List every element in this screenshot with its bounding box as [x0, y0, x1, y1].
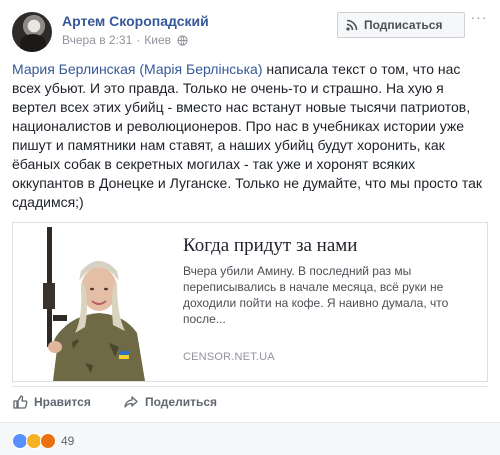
like-label: Нравится: [34, 395, 91, 409]
subscribe-button[interactable]: Подписаться: [337, 12, 465, 38]
mention-link[interactable]: Мария Берлинская (Марія Берлінська): [12, 61, 262, 77]
share-button[interactable]: Поделиться: [123, 390, 217, 414]
like-button[interactable]: Нравится: [12, 390, 91, 414]
author-name[interactable]: Артем Скоропадский: [62, 13, 209, 29]
share-label: Поделиться: [145, 395, 218, 409]
subscribe-label: Подписаться: [364, 18, 443, 32]
post-card: Артем Скоропадский Вчера в 2:31 · Киев П…: [0, 0, 500, 455]
soldier-photo: [13, 223, 171, 381]
rss-icon: [346, 19, 358, 31]
link-preview[interactable]: Когда придут за нами Вчера убили Амину. …: [12, 222, 488, 382]
angry-reaction-icon[interactable]: [40, 433, 56, 449]
globe-icon: [177, 34, 188, 46]
preview-description: Вчера убили Амину. В последний раз мы пе…: [183, 264, 449, 326]
post-text: Мария Берлинская (Марія Берлінська) напи…: [12, 60, 488, 212]
preview-domain: CENSOR.NET.UA: [183, 351, 275, 363]
preview-title[interactable]: Когда придут за нами: [183, 235, 357, 257]
preview-image[interactable]: [13, 223, 171, 381]
thumbs-up-icon: [13, 395, 28, 409]
action-bar: Нравится Поделиться: [12, 386, 488, 416]
post-meta: Вчера в 2:31 · Киев: [62, 33, 188, 47]
reactions-bar: 49: [0, 422, 500, 455]
post-body: написала текст о том, что нас всех убьют…: [12, 61, 483, 210]
author-avatar[interactable]: [12, 12, 52, 52]
post-time[interactable]: Вчера в 2:31: [62, 33, 132, 47]
meta-separator: ·: [136, 33, 141, 47]
reaction-count[interactable]: 49: [61, 434, 74, 448]
post-location[interactable]: Киев: [144, 33, 171, 47]
share-icon: [124, 396, 138, 408]
preview-body: Когда придут за нами Вчера убили Амину. …: [183, 223, 479, 381]
more-options-icon[interactable]: ···: [469, 10, 489, 30]
